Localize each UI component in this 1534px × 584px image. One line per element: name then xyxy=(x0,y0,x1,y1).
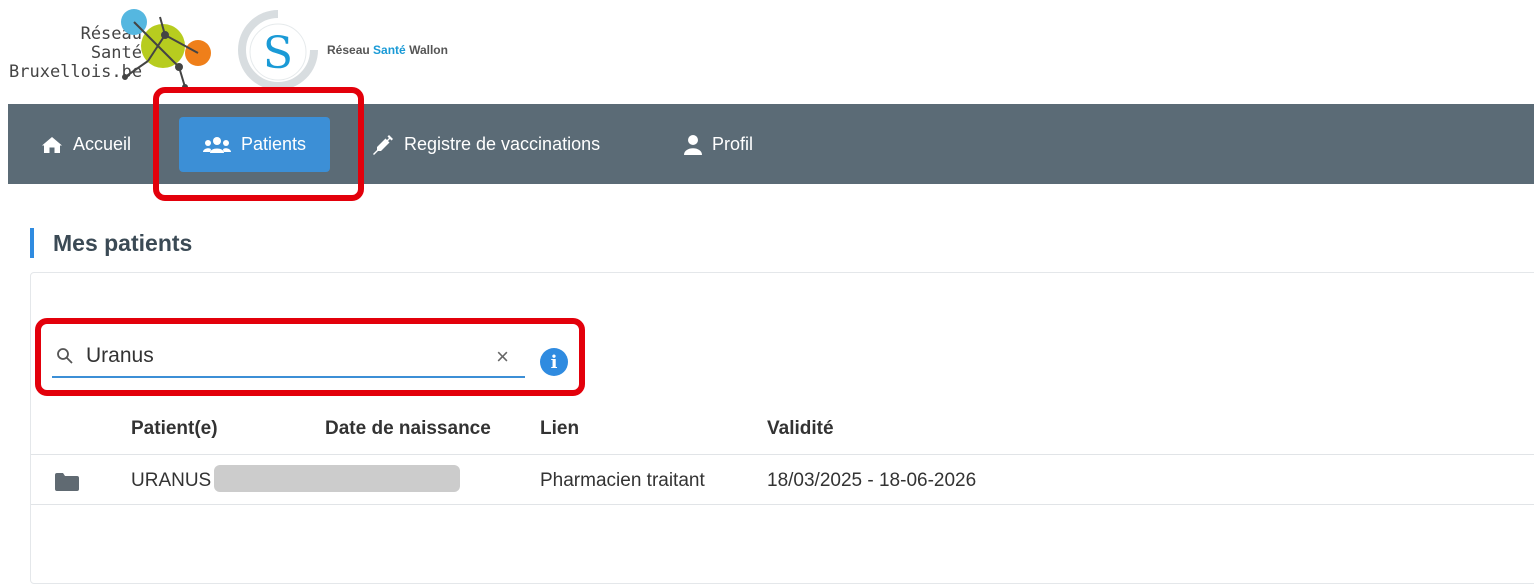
syringe-icon xyxy=(373,134,393,155)
nav-item-patients-label: Patients xyxy=(241,134,307,154)
clear-search-button[interactable]: × xyxy=(496,344,509,370)
folder-icon[interactable] xyxy=(55,473,79,491)
table-header-divider xyxy=(31,454,1534,455)
rsw-logo-suffix: Wallon xyxy=(409,43,448,57)
table-row-divider xyxy=(31,504,1534,505)
rsw-logo-prefix: Réseau xyxy=(327,43,370,57)
column-header-birthdate[interactable]: Date de naissance xyxy=(325,418,491,440)
column-header-patient[interactable]: Patient(e) xyxy=(131,418,218,440)
info-icon[interactable]: i xyxy=(540,348,568,376)
rsw-logo-accent: Santé xyxy=(373,43,406,57)
rsw-logo-text: Réseau Santé Wallon xyxy=(327,43,448,57)
nav-item-profil-label: Profil xyxy=(712,134,754,154)
main-navbar: Accueil Patients Registre de vaccination… xyxy=(8,104,1534,184)
nav-item-patients[interactable]: Patients xyxy=(179,117,331,172)
rsw-logo-letter: S xyxy=(263,28,293,79)
nav-item-profil[interactable]: Profil xyxy=(684,117,753,172)
users-icon xyxy=(203,136,231,153)
home-icon xyxy=(42,136,62,153)
lien-cell: Pharmacien traitant xyxy=(540,470,705,491)
column-header-lien[interactable]: Lien xyxy=(540,418,579,440)
user-icon xyxy=(684,134,702,155)
patient-name-cell[interactable]: URANUS xyxy=(131,470,211,492)
nav-item-registre-vaccinations[interactable]: Registre de vaccinations xyxy=(372,117,600,172)
redacted-patient-details xyxy=(214,465,460,492)
rsb-logo-graphic xyxy=(121,9,211,90)
nav-item-accueil-label: Accueil xyxy=(73,134,132,154)
title-accent-bar xyxy=(30,228,34,258)
nav-item-accueil[interactable]: Accueil xyxy=(41,117,131,172)
search-input[interactable] xyxy=(86,343,466,368)
nav-item-registre-label: Registre de vaccinations xyxy=(404,134,601,154)
rsw-logo-graphic: S xyxy=(238,10,318,90)
column-header-validite[interactable]: Validité xyxy=(767,418,834,440)
search-icon xyxy=(57,347,73,364)
page-title: Mes patients xyxy=(53,230,193,256)
patient-search-field[interactable]: × xyxy=(52,335,525,378)
validite-cell: 18/03/2025 - 18-06-2026 xyxy=(767,470,977,491)
